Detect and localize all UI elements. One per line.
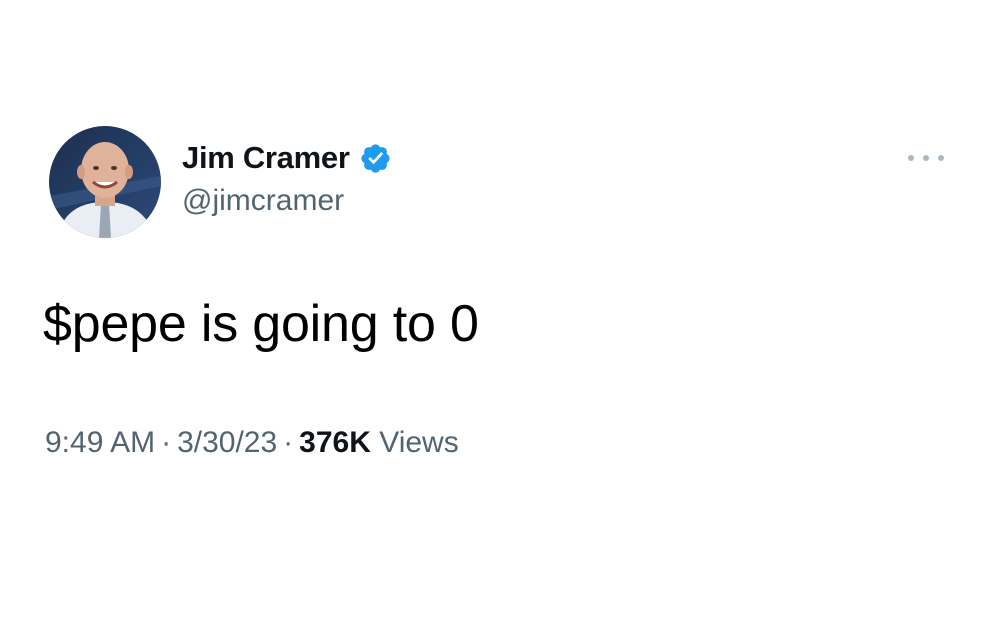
avatar[interactable]: [49, 126, 161, 238]
more-options-icon[interactable]: [908, 150, 944, 166]
tweet-time[interactable]: 9:49 AM: [45, 426, 155, 459]
views-label: Views: [379, 426, 459, 459]
tweet-date[interactable]: 3/30/23: [177, 426, 277, 459]
meta-separator: ·: [283, 426, 294, 459]
tweet-text: $pepe is going to 0: [43, 295, 479, 353]
meta-separator: ·: [161, 426, 172, 459]
avatar-photo: [49, 126, 161, 238]
more-dot: [908, 155, 914, 161]
more-dot: [938, 155, 944, 161]
more-dot: [923, 155, 929, 161]
display-name[interactable]: Jim Cramer: [182, 140, 350, 176]
verified-badge-icon: [359, 142, 392, 175]
tweet-meta: 9:49 AM · 3/30/23 · 376K Views: [45, 423, 459, 463]
tweet-card: Jim Cramer @jimcramer $pepe is going to …: [0, 0, 998, 621]
name-row: Jim Cramer: [182, 138, 392, 178]
handle[interactable]: @jimcramer: [182, 184, 392, 218]
author-info: Jim Cramer @jimcramer: [182, 138, 392, 218]
views-count: 376K: [299, 426, 371, 459]
